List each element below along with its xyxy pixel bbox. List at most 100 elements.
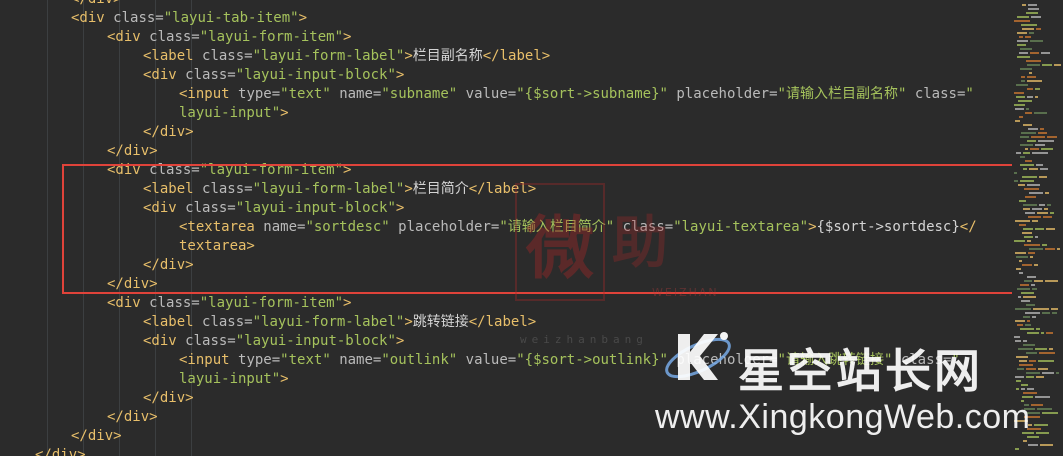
minimap-mark bbox=[1033, 308, 1049, 310]
code-line[interactable]: </div> bbox=[71, 427, 122, 446]
code-token: layui-input" bbox=[179, 371, 281, 387]
code-token: </div> bbox=[71, 428, 122, 444]
minimap-mark bbox=[1022, 28, 1034, 30]
code-token: "{$sort->outlink}" bbox=[516, 352, 677, 368]
minimap-mark bbox=[1030, 256, 1033, 258]
code-line[interactable]: <div class="layui-input-block"> bbox=[143, 66, 404, 85]
code-token: " bbox=[965, 86, 974, 102]
minimap-mark bbox=[1016, 388, 1019, 390]
minimap-mark bbox=[1040, 128, 1044, 130]
code-token: > bbox=[395, 67, 405, 83]
code-line[interactable]: <div class="layui-form-item"> bbox=[107, 28, 351, 47]
code-line[interactable]: layui-input"> bbox=[179, 370, 289, 389]
minimap-mark bbox=[1023, 124, 1032, 126]
code-token: value= bbox=[465, 86, 517, 102]
minimap-mark bbox=[1029, 360, 1036, 362]
minimap-mark bbox=[1027, 320, 1030, 322]
minimap[interactable] bbox=[1012, 0, 1063, 456]
code-line[interactable]: <label class="layui-form-label">栏目副名称</l… bbox=[143, 47, 550, 66]
code-line[interactable]: <label class="layui-form-label">跳转链接</la… bbox=[143, 313, 536, 332]
minimap-mark bbox=[1045, 280, 1058, 282]
code-token: "text" bbox=[280, 86, 340, 102]
minimap-mark bbox=[1021, 24, 1037, 26]
minimap-mark bbox=[1028, 252, 1035, 254]
minimap-mark bbox=[1026, 12, 1038, 14]
code-line[interactable]: </div> bbox=[107, 408, 158, 427]
code-token: 栏目副名称 bbox=[412, 48, 483, 64]
minimap-mark bbox=[1024, 244, 1040, 246]
minimap-mark bbox=[1034, 112, 1047, 114]
code-line[interactable]: </div> bbox=[143, 123, 194, 142]
minimap-mark bbox=[1021, 384, 1028, 386]
code-token: <div bbox=[71, 10, 114, 26]
minimap-mark bbox=[1032, 220, 1038, 222]
minimap-mark bbox=[1017, 288, 1030, 290]
code-line[interactable]: </div> bbox=[71, 0, 122, 9]
minimap-mark bbox=[1041, 148, 1053, 150]
minimap-mark bbox=[1037, 212, 1048, 214]
code-line[interactable]: <input type="text" name="subname" value=… bbox=[179, 85, 974, 104]
minimap-mark bbox=[1029, 168, 1038, 170]
minimap-mark bbox=[1036, 164, 1043, 166]
minimap-mark bbox=[1043, 216, 1052, 218]
code-token: type= bbox=[238, 352, 281, 368]
minimap-mark bbox=[1056, 372, 1059, 374]
minimap-mark bbox=[1021, 388, 1025, 390]
minimap-mark bbox=[1026, 372, 1040, 374]
minimap-mark bbox=[1028, 8, 1039, 10]
code-token: </div> bbox=[71, 0, 122, 7]
code-token: </div> bbox=[107, 409, 158, 425]
minimap-mark bbox=[1038, 140, 1054, 142]
code-line[interactable]: </div> bbox=[107, 142, 158, 161]
code-token: > bbox=[395, 333, 405, 349]
code-token: placeholder= bbox=[676, 86, 778, 102]
minimap-mark bbox=[1042, 312, 1050, 314]
minimap-mark bbox=[1039, 352, 1055, 354]
code-token: class= bbox=[185, 333, 236, 349]
minimap-mark bbox=[1015, 220, 1030, 222]
minimap-mark bbox=[1027, 76, 1036, 78]
minimap-mark bbox=[1031, 16, 1041, 18]
minimap-mark bbox=[1042, 412, 1058, 414]
code-token: > bbox=[404, 48, 413, 64]
minimap-mark bbox=[1020, 68, 1032, 70]
code-token: "layui-tab-item" bbox=[163, 10, 299, 26]
minimap-mark bbox=[1027, 96, 1033, 98]
minimap-mark bbox=[1023, 152, 1030, 154]
code-line[interactable]: layui-input"> bbox=[179, 104, 289, 123]
minimap-mark bbox=[1019, 36, 1023, 38]
code-token: "layui-form-label" bbox=[252, 314, 405, 330]
code-line[interactable]: <div class="layui-input-block"> bbox=[143, 332, 404, 351]
code-line[interactable]: <div class="layui-tab-item"> bbox=[71, 9, 307, 28]
minimap-mark bbox=[1038, 368, 1048, 370]
minimap-mark bbox=[1036, 376, 1044, 378]
code-token: </div> bbox=[107, 143, 158, 159]
minimap-mark bbox=[1020, 328, 1034, 330]
minimap-mark bbox=[1015, 340, 1021, 342]
minimap-mark bbox=[1014, 104, 1025, 106]
minimap-mark bbox=[1039, 176, 1047, 178]
code-line[interactable]: </div> bbox=[143, 389, 194, 408]
minimap-mark bbox=[1023, 168, 1027, 170]
minimap-mark bbox=[1015, 376, 1024, 378]
minimap-mark bbox=[1020, 284, 1029, 286]
minimap-mark bbox=[1022, 264, 1032, 266]
minimap-mark bbox=[1019, 52, 1028, 54]
minimap-mark bbox=[1015, 308, 1031, 310]
code-token: layui-input" bbox=[179, 105, 281, 121]
minimap-mark bbox=[1014, 20, 1030, 22]
minimap-mark bbox=[1049, 348, 1053, 350]
code-line[interactable]: </div> bbox=[35, 446, 86, 456]
minimap-mark bbox=[1034, 264, 1038, 266]
brand-url: www.XingkongWeb.com bbox=[655, 398, 1031, 436]
minimap-mark bbox=[1052, 312, 1057, 314]
minimap-mark bbox=[1014, 92, 1024, 94]
code-token: <div bbox=[143, 67, 186, 83]
minimap-mark bbox=[1018, 100, 1032, 102]
code-token: </div> bbox=[143, 124, 194, 140]
minimap-mark bbox=[1029, 192, 1043, 194]
minimap-mark bbox=[1027, 240, 1031, 242]
code-line[interactable]: <div class="layui-form-item"> bbox=[107, 294, 351, 313]
minimap-mark bbox=[1017, 32, 1027, 34]
minimap-mark bbox=[1031, 404, 1043, 406]
